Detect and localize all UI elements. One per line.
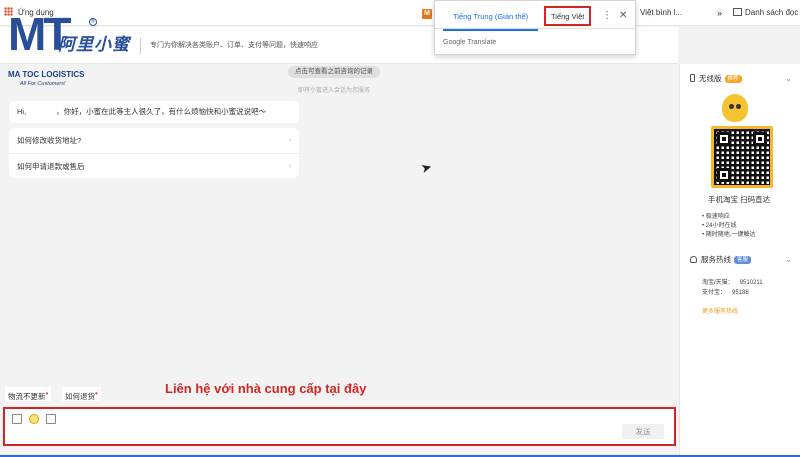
hotline-number: 95188 [732,290,749,296]
message-input-area[interactable]: 发送 [3,407,676,446]
recommend-badge: 推荐 [724,75,742,83]
faq-item[interactable]: 如何修改收货地址? › [9,128,299,153]
qr-finder [717,132,731,146]
faq-label: 如何修改收货地址? [17,136,82,145]
hotline-list: 淘宝/天猫： 9510211 支付宝： 95188 [702,278,763,298]
faq-label: 如何申请退款或售后 [17,162,85,171]
hotline-header[interactable]: 服务热线 客服 [690,254,752,266]
watermark-company: MA TOC LOGISTICS [8,70,85,79]
order-icon[interactable] [12,414,22,424]
hotline-row: 淘宝/天猫： 9510211 [702,278,763,288]
hotline-number: 9510211 [739,280,763,286]
hotline-title: 服务热线 [701,255,731,264]
feature-item: 随时随地,一键触达 [702,231,756,240]
tab-source-language[interactable]: Tiếng Trung (Giản thể) [442,9,539,31]
registered-icon: ® [89,18,97,26]
qr-caption: 手机淘宝 扫码直达 [708,195,771,204]
mouse-cursor-icon: ➤ [419,158,434,177]
chevron-right-icon: › [288,163,291,170]
feature-item: 极速响应 [702,213,755,222]
faq-item[interactable]: 如何申请退款或售后 › [9,153,299,178]
watermark-slogan: All For Customers! [20,81,66,87]
wireless-title: 无线版 [699,74,722,83]
reading-list-label: Danh sách đọc [745,8,799,17]
quick-reply-chip[interactable]: 如何退货• [62,387,101,401]
bookmark-m[interactable]: M [422,0,432,26]
greeting-message: Hi, ，你好，小蜜在此等主人很久了，有什么烦恼快和小蜜说说吧～ [9,101,299,123]
hotline-label: 淘宝/天猫： [702,280,734,286]
chevron-right-icon: › [288,137,291,144]
chevron-down-icon[interactable]: ⌄ [785,74,792,83]
popup-divider [435,28,635,29]
greeting-start: Hi, [17,107,27,116]
qr-finder [717,168,731,182]
google-translate-popup: Tiếng Trung (Giản thể) Tiếng Việt ⋮ ✕ Go… [434,0,636,55]
right-panel: 无线版推荐 ⌄ 手机淘宝 扫码直达 极速响应 24小时在线 随时随地,一键触达 … [679,64,800,457]
matoc-watermark-logo: MT ® MA TOC LOGISTICS All For Customers! [2,6,97,92]
emoji-icon[interactable] [29,414,39,424]
history-link[interactable]: 点击可查看之前咨询的记录 [288,66,380,78]
watermark-mark: MT [8,8,71,60]
greeting-rest: ，你好，小蜜在此等主人很久了，有什么烦恼快和小蜜说说吧～ [56,107,267,116]
reading-list-button[interactable]: Danh sách đọc [733,0,798,26]
m-site-icon: M [422,9,432,19]
reading-list-icon [733,8,742,16]
header-divider [140,38,141,54]
contact-supplier-annotation: Liên hệ với nhà cung cấp tại đây [165,381,367,396]
feature-item: 24小时在线 [702,222,755,231]
phone-icon [690,74,695,82]
image-icon[interactable] [46,414,56,424]
system-note: 即将小蜜进入会话为您服务 [298,88,371,94]
close-icon[interactable]: ✕ [619,9,627,23]
bookmark-partial[interactable]: Việt bình l... [640,0,682,26]
more-hotlines-link[interactable]: 更多服务热线 [702,306,738,315]
send-button[interactable]: 发送 [622,424,664,439]
more-options-icon[interactable]: ⋮ [602,9,612,23]
header-tagline: 专门为你解决各类账户、订单、支付等问题，快速响应 [150,42,318,49]
hotline-label: 支付宝： [702,290,727,296]
qr-finder [753,132,767,146]
hotline-badge: 客服 [734,256,752,264]
bookmarks-more-button[interactable]: » [717,0,722,26]
notification-dot-icon: • [95,389,98,398]
bookmarks-bar: Ứng dụng M Việt bình l... » Danh sách đọ… [0,0,800,26]
qr-code [711,126,773,188]
google-translate-label: Google Translate [443,39,497,46]
quick-reply-chip[interactable]: 物流不更新• [5,387,52,401]
chip-label: 物流不更新 [8,392,46,401]
faq-card: 如何修改收货地址? › 如何申请退款或售后 › [9,128,299,178]
hotline-row: 支付宝： 95188 [702,288,763,298]
tab-target-language[interactable]: Tiếng Việt [544,6,592,26]
feature-list: 极速响应 24小时在线 随时随地,一键触达 [702,213,756,240]
notification-dot-icon: • [45,389,49,398]
headset-icon [690,256,697,263]
bee-mascot-icon [722,94,748,122]
wireless-header[interactable]: 无线版 推荐 [690,73,742,85]
chevron-down-icon[interactable]: ⌄ [785,255,792,264]
chip-label: 如何退货 [65,392,95,401]
